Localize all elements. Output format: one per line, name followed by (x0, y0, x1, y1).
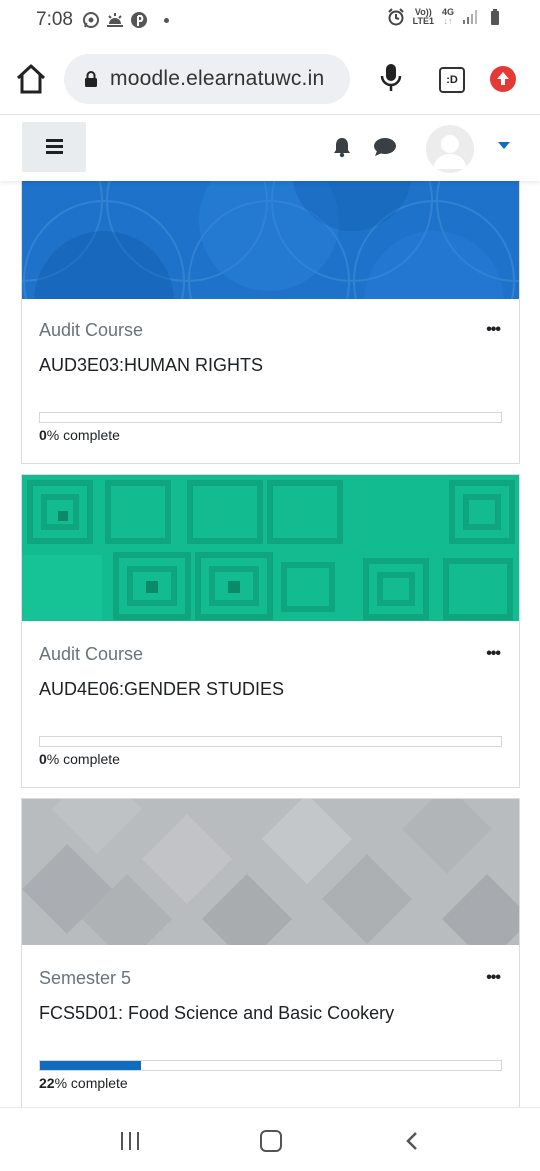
course-menu-button[interactable]: ••• (486, 645, 501, 663)
notification-dot (164, 17, 169, 23)
signal-icon (463, 10, 477, 24)
user-icon (433, 135, 467, 169)
course-menu-button[interactable]: ••• (486, 321, 501, 339)
progress-value: 0 (39, 427, 47, 443)
course-card[interactable]: Audit Course ••• AUD3E03:HUMAN RIGHTS 0%… (21, 150, 520, 464)
green-squares-pattern (22, 475, 519, 621)
progress-bar (39, 1060, 502, 1071)
course-category: Semester 5 (39, 968, 132, 988)
notifications-bell-icon[interactable] (331, 136, 353, 158)
system-navigation-bar (0, 1107, 540, 1171)
progress-value: 22 (39, 1075, 55, 1091)
course-menu-button[interactable]: ••• (486, 969, 501, 987)
hamburger-icon-line (46, 151, 63, 154)
url-text: moodle.elearnatuwc.in (110, 67, 325, 90)
recents-icon (121, 1132, 123, 1150)
hamburger-icon-line (46, 145, 63, 148)
drawer-toggle-button[interactable] (22, 122, 86, 172)
home-icon[interactable] (14, 62, 48, 96)
home-button[interactable] (260, 1130, 282, 1152)
lock-icon (85, 71, 97, 87)
course-card[interactable]: Audit Course ••• AUD4E06:GENDER STUDIES … (21, 474, 520, 788)
course-banner-image[interactable] (22, 475, 519, 621)
progress-text: 0% complete (39, 427, 120, 443)
course-banner-image[interactable] (22, 181, 519, 299)
volte-indicator: Vo)) LTE1 (413, 8, 434, 26)
battery-icon (491, 9, 499, 25)
lte-label: LTE1 (412, 16, 434, 26)
blue-circles-pattern (22, 181, 519, 299)
update-button[interactable] (490, 66, 516, 92)
network-indicator: 4G ↓↑ (442, 8, 454, 26)
status-bar: 7:08 Vo)) LTE1 4G ↓↑ (0, 0, 540, 40)
messages-icon[interactable] (373, 137, 397, 157)
address-bar[interactable]: moodle.elearnatuwc.in (64, 54, 350, 104)
progress-suffix: % complete (46, 751, 120, 767)
course-category: Audit Course (39, 320, 144, 340)
progress-text: 22% complete (39, 1075, 128, 1091)
progress-bar (39, 736, 502, 747)
course-category: Audit Course (39, 644, 144, 664)
whatsapp-icon (83, 12, 99, 28)
user-menu-caret-icon[interactable] (498, 142, 510, 149)
status-time: 7:08 (36, 9, 73, 30)
progress-suffix: % complete (46, 427, 120, 443)
moodle-navbar (0, 115, 540, 181)
progress-value: 0 (39, 751, 47, 767)
microphone-icon[interactable] (378, 62, 404, 94)
weather-sunrise-icon (107, 13, 123, 27)
course-banner-image[interactable] (22, 799, 519, 945)
user-avatar[interactable] (426, 125, 474, 173)
back-icon[interactable] (404, 1131, 420, 1151)
data-arrows-icon: ↓↑ (443, 16, 453, 26)
course-name-link[interactable]: AUD3E03:HUMAN RIGHTS (39, 355, 263, 376)
alarm-icon (387, 8, 404, 26)
recents-icon-line (137, 1132, 139, 1150)
progress-bar (39, 412, 502, 423)
course-name-link[interactable]: FCS5D01: Food Science and Basic Cookery (39, 1003, 394, 1024)
course-card[interactable]: Semester 5 ••• FCS5D01: Food Science and… (21, 798, 520, 1109)
grey-diamonds-pattern (22, 799, 519, 945)
course-name-link[interactable]: AUD4E06:GENDER STUDIES (39, 679, 284, 700)
pinterest-icon (131, 12, 147, 28)
progress-suffix: % complete (54, 1075, 128, 1091)
progress-text: 0% complete (39, 751, 120, 767)
recents-icon-line (129, 1132, 131, 1150)
hamburger-icon (46, 139, 63, 142)
progress-fill (40, 1061, 142, 1070)
arrow-up-icon (497, 72, 509, 85)
browser-toolbar: moodle.elearnatuwc.in :D (0, 44, 540, 115)
tab-switcher-button[interactable]: :D (439, 67, 465, 93)
recent-apps-button[interactable] (120, 1132, 142, 1150)
